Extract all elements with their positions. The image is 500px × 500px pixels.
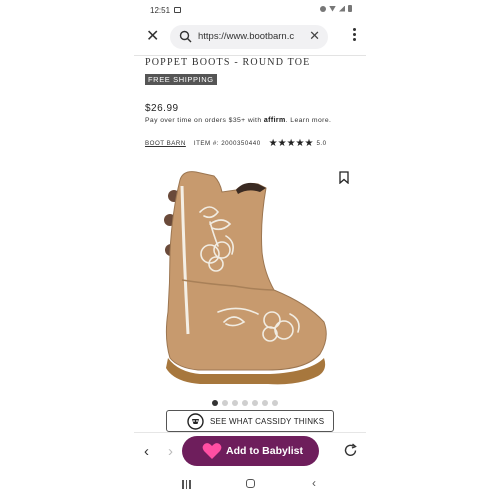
- more-icon[interactable]: [352, 28, 356, 41]
- affirm-learn-more[interactable]: . Learn more.: [286, 117, 332, 124]
- system-back-icon[interactable]: ‹: [312, 476, 316, 490]
- divider: [134, 55, 366, 56]
- url-text: https://www.bootbarn.c: [198, 31, 295, 42]
- see-what-cassidy-thinks-button[interactable]: SEE WHAT CASSIDY THINKS: [166, 410, 334, 432]
- recents-icon[interactable]: [182, 480, 191, 489]
- status-icons: [320, 5, 352, 12]
- carousel-dot[interactable]: [252, 400, 258, 406]
- carousel-dot[interactable]: [272, 400, 278, 406]
- status-time: 12:51: [150, 6, 171, 15]
- product-image-boot[interactable]: [148, 162, 352, 392]
- brand-link[interactable]: BOOT BARN: [145, 140, 186, 147]
- cassidy-logo-icon: [187, 413, 204, 430]
- image-carousel-dots: [212, 400, 278, 406]
- alarm-icon: [320, 5, 326, 12]
- carousel-dot[interactable]: [242, 400, 248, 406]
- browser-toolbar: ✕ https://www.bootbarn.c ✕: [134, 22, 366, 52]
- affirm-logo: affirm: [263, 117, 286, 124]
- product-title: POPPET BOOTS - ROUND TOE: [145, 57, 311, 68]
- address-bar[interactable]: https://www.bootbarn.c ✕: [170, 25, 328, 49]
- bookmark-icon[interactable]: [339, 171, 349, 184]
- product-price: $26.99: [145, 103, 179, 114]
- rating-stars[interactable]: ★★★★★: [269, 138, 314, 149]
- system-nav-bar: ‹: [134, 470, 366, 500]
- babylist-button-label: Add to Babylist: [226, 445, 304, 457]
- carousel-dot[interactable]: [212, 400, 218, 406]
- photo-icon: [174, 7, 181, 13]
- battery-icon: [348, 5, 352, 12]
- carousel-dot[interactable]: [232, 400, 238, 406]
- cassidy-button-label: SEE WHAT CASSIDY THINKS: [210, 417, 325, 426]
- search-icon: [179, 30, 192, 43]
- status-bar: 12:51: [134, 0, 366, 20]
- item-number: ITEM #: 2000350440: [193, 140, 261, 147]
- affirm-prefix: Pay over time on orders $35+ with: [145, 117, 262, 124]
- bottom-action-bar: ‹ › Add to Babylist: [134, 432, 366, 471]
- carousel-dot[interactable]: [222, 400, 228, 406]
- reload-icon[interactable]: [343, 443, 358, 458]
- back-arrow-icon[interactable]: ‹: [144, 443, 149, 460]
- free-shipping-badge: FREE SHIPPING: [145, 74, 217, 85]
- carousel-dot[interactable]: [262, 400, 268, 406]
- clear-icon[interactable]: ✕: [309, 28, 320, 44]
- product-meta: BOOT BARN ITEM #: 2000350440 ★★★★★ 5.0: [145, 138, 327, 149]
- add-to-babylist-button[interactable]: Add to Babylist: [182, 436, 319, 466]
- close-icon[interactable]: ✕: [146, 28, 159, 46]
- rating-value: 5.0: [316, 140, 327, 147]
- affirm-financing-text[interactable]: Pay over time on orders $35+ with affirm…: [145, 117, 331, 124]
- wifi-icon: [329, 5, 336, 12]
- forward-arrow-icon[interactable]: ›: [168, 443, 173, 460]
- heart-icon: [202, 443, 222, 459]
- phone-screen: 12:51 ✕ https://www.bootbarn.c ✕ POPPET …: [134, 0, 366, 500]
- signal-icon: [339, 5, 345, 12]
- home-icon[interactable]: [246, 479, 255, 488]
